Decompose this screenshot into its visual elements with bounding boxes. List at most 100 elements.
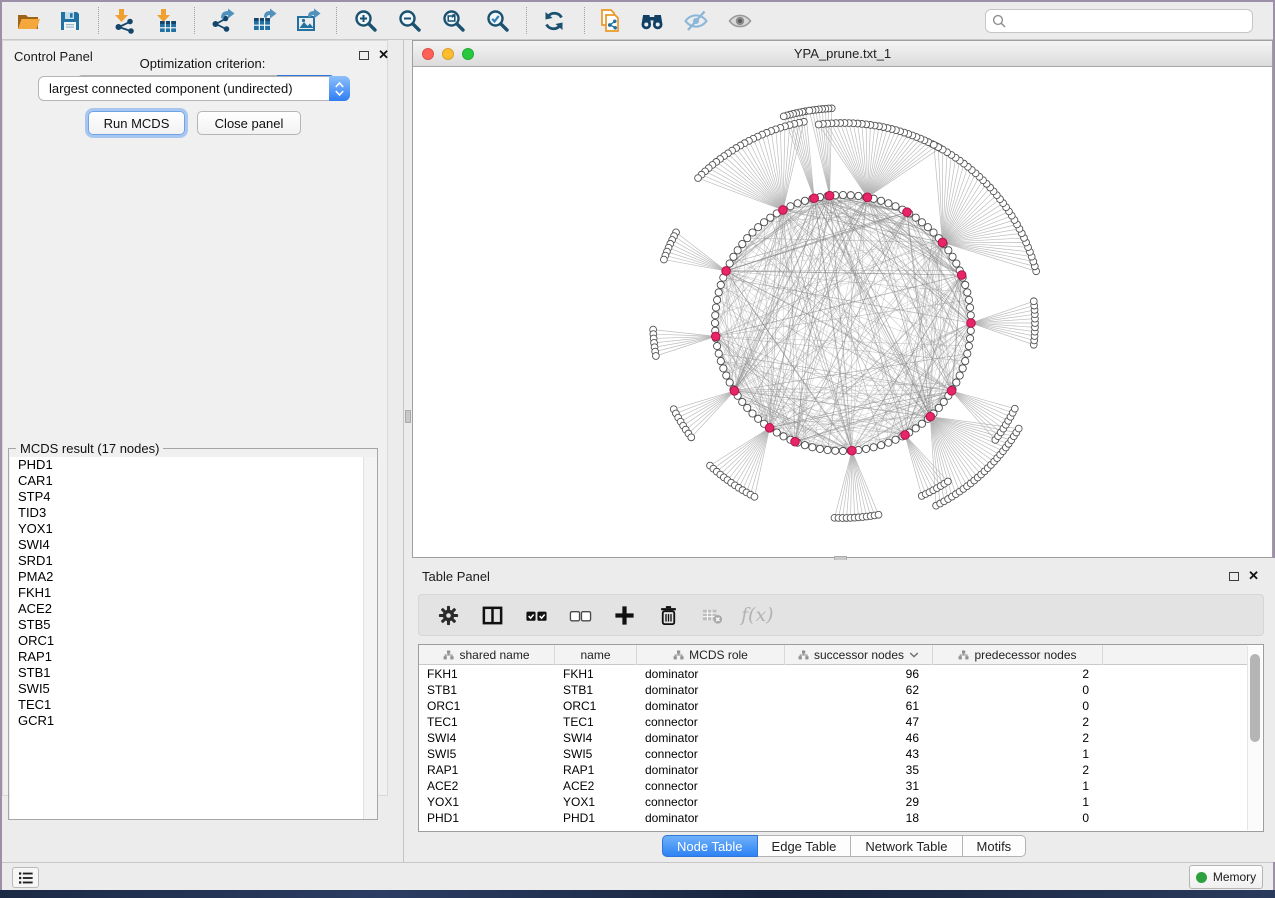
mcds-result-item[interactable]: PHD1 (10, 457, 377, 473)
export-image-button[interactable] (294, 7, 322, 35)
graph-node[interactable] (711, 319, 718, 326)
graph-node[interactable] (713, 296, 720, 303)
graph-node[interactable] (912, 214, 919, 221)
create-column-button[interactable] (609, 600, 639, 630)
graph-node[interactable] (877, 197, 884, 204)
graph-node[interactable] (953, 260, 960, 267)
tab-network-table[interactable]: Network Table (851, 835, 962, 857)
graph-node[interactable] (949, 253, 956, 260)
graph-mcds-hub-node[interactable] (957, 271, 966, 280)
graph-node[interactable] (780, 433, 787, 440)
mcds-result-item[interactable]: STB5 (10, 617, 377, 633)
graph-node[interactable] (966, 304, 973, 311)
graph-leaf-node[interactable] (695, 175, 702, 182)
tab-motifs[interactable]: Motifs (963, 835, 1027, 857)
graph-node[interactable] (862, 445, 869, 452)
graph-node[interactable] (717, 357, 724, 364)
save-session-button[interactable] (56, 7, 84, 35)
network-graph[interactable] (413, 67, 1272, 557)
column-header[interactable]: shared name (419, 645, 555, 665)
first-neighbors-button[interactable] (638, 7, 666, 35)
export-network-button[interactable] (208, 7, 236, 35)
graph-node[interactable] (839, 191, 846, 198)
table-settings-button[interactable] (433, 600, 463, 630)
graph-leaf-node[interactable] (688, 434, 695, 441)
graph-mcds-hub-node[interactable] (825, 191, 834, 200)
mcds-list-scrollbar[interactable] (363, 457, 377, 819)
tab-edge-table[interactable]: Edge Table (758, 835, 852, 857)
graph-node[interactable] (787, 203, 794, 210)
table-row[interactable]: STB1STB1dominator620 (419, 682, 1247, 698)
table-scrollbar-thumb[interactable] (1250, 654, 1260, 742)
graph-mcds-hub-node[interactable] (967, 319, 976, 328)
graph-node[interactable] (734, 247, 741, 254)
table-row[interactable]: TEC1TEC1connector472 (419, 714, 1247, 730)
show-column-button[interactable] (477, 600, 507, 630)
graph-node[interactable] (794, 200, 801, 207)
mcds-result-item[interactable]: RAP1 (10, 649, 377, 665)
graph-node[interactable] (877, 442, 884, 449)
graph-node[interactable] (717, 281, 724, 288)
mcds-result-item[interactable]: GCR1 (10, 713, 377, 729)
graph-node[interactable] (730, 253, 737, 260)
search-input[interactable] (1011, 11, 1246, 31)
delete-column-button[interactable] (653, 600, 683, 630)
mcds-result-item[interactable]: ORC1 (10, 633, 377, 649)
export-table-button[interactable] (250, 7, 278, 35)
graph-mcds-hub-node[interactable] (947, 387, 956, 396)
graph-node[interactable] (965, 342, 972, 349)
graph-mcds-hub-node[interactable] (903, 208, 912, 217)
graph-mcds-hub-node[interactable] (791, 437, 800, 446)
graph-node[interactable] (924, 224, 931, 231)
table-row[interactable]: YOX1YOX1connector291 (419, 794, 1247, 810)
graph-mcds-hub-node[interactable] (863, 193, 872, 202)
mcds-result-item[interactable]: STB1 (10, 665, 377, 681)
show-all-button[interactable] (726, 7, 754, 35)
column-header[interactable]: MCDS role (637, 645, 785, 665)
vertical-split-divider[interactable] (404, 40, 412, 560)
graph-node[interactable] (715, 350, 722, 357)
graph-leaf-node[interactable] (930, 141, 937, 148)
zoom-fit-button[interactable] (440, 7, 468, 35)
graph-node[interactable] (918, 219, 925, 226)
graph-node[interactable] (967, 327, 974, 334)
deselect-all-button[interactable] (565, 600, 595, 630)
mcds-result-list[interactable]: PHD1CAR1STP4TID3YOX1SWI4SRD1PMA2FKH1ACE2… (10, 457, 377, 819)
graph-node[interactable] (956, 372, 963, 379)
graph-node[interactable] (824, 446, 831, 453)
graph-node[interactable] (935, 404, 942, 411)
graph-node[interactable] (739, 240, 746, 247)
zoom-selected-button[interactable] (484, 7, 512, 35)
memory-button[interactable]: Memory (1189, 865, 1263, 889)
table-row[interactable]: ORC1ORC1dominator610 (419, 698, 1247, 714)
graph-node[interactable] (940, 398, 947, 405)
graph-mcds-hub-node[interactable] (810, 194, 819, 203)
graph-node[interactable] (712, 312, 719, 319)
table-row[interactable]: FKH1FKH1dominator962 (419, 666, 1247, 682)
mcds-result-item[interactable]: TID3 (10, 505, 377, 521)
graph-mcds-hub-node[interactable] (711, 332, 720, 341)
graph-node[interactable] (809, 444, 816, 451)
graph-mcds-hub-node[interactable] (730, 387, 739, 396)
graph-node[interactable] (885, 439, 892, 446)
graph-node[interactable] (744, 404, 751, 411)
graph-node[interactable] (930, 229, 937, 236)
graph-node[interactable] (964, 289, 971, 296)
graph-node[interactable] (870, 444, 877, 451)
graph-node[interactable] (966, 335, 973, 342)
graph-node[interactable] (967, 312, 974, 319)
graph-node[interactable] (801, 442, 808, 449)
graph-mcds-hub-node[interactable] (765, 424, 774, 433)
graph-node[interactable] (726, 260, 733, 267)
graph-mcds-hub-node[interactable] (722, 267, 731, 276)
graph-node[interactable] (726, 379, 733, 386)
graph-leaf-node[interactable] (780, 113, 787, 120)
mcds-result-item[interactable]: CAR1 (10, 473, 377, 489)
graph-node[interactable] (720, 365, 727, 372)
graph-node[interactable] (760, 219, 767, 226)
graph-leaf-node[interactable] (660, 256, 667, 263)
graph-node[interactable] (892, 203, 899, 210)
graph-node[interactable] (962, 281, 969, 288)
graph-node[interactable] (918, 420, 925, 427)
mcds-result-item[interactable]: SRD1 (10, 553, 377, 569)
